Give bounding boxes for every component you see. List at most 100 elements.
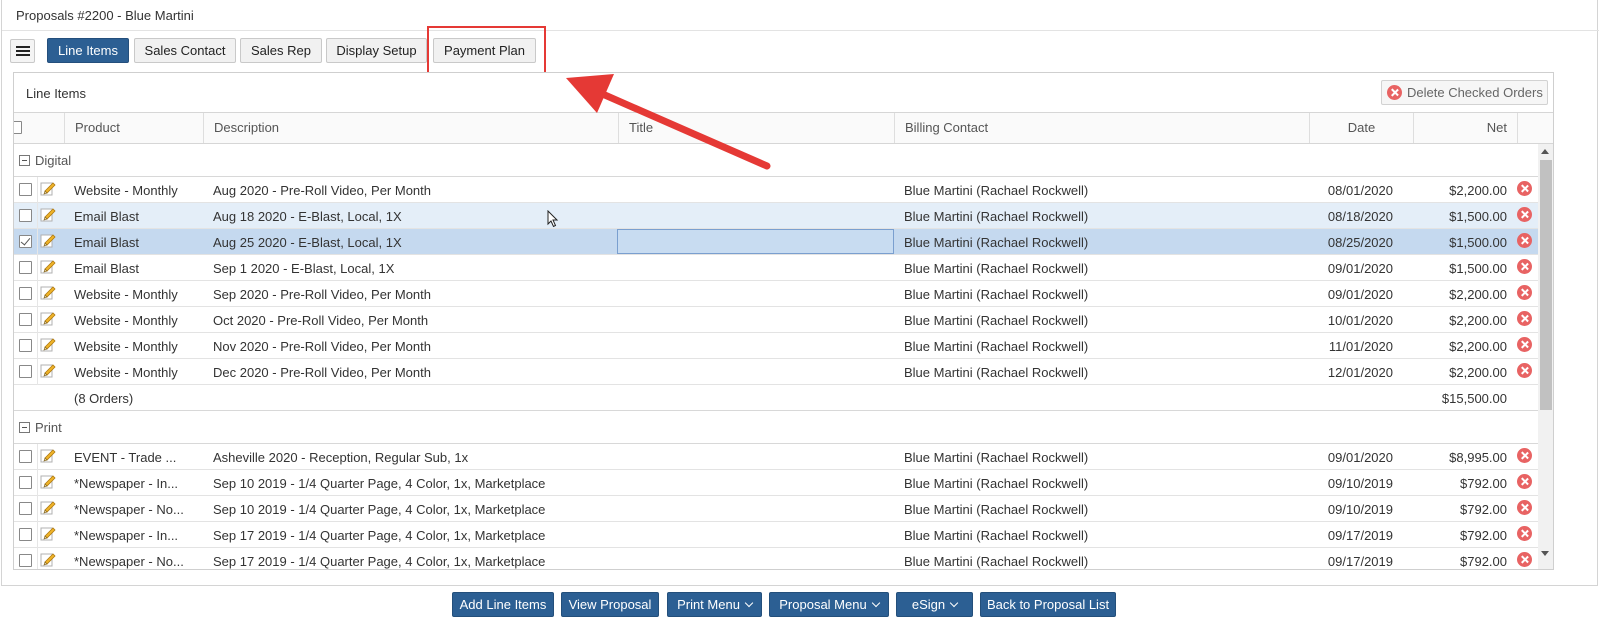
table-row[interactable]: Website - Monthly Dec 2020 - Pre-Roll Vid…	[14, 359, 1538, 385]
window-title: Proposals #2200 - Blue Martini	[16, 8, 194, 23]
row-checkbox[interactable]	[19, 528, 32, 541]
product-cell: Website - Monthly	[74, 365, 178, 380]
row-checkbox[interactable]	[19, 287, 32, 300]
row-checkbox[interactable]	[19, 476, 32, 489]
row-checkbox[interactable]	[19, 235, 32, 248]
pencil-icon[interactable]	[40, 284, 56, 300]
remove-icon[interactable]	[1517, 337, 1532, 352]
pencil-icon[interactable]	[40, 551, 56, 567]
pencil-icon[interactable]	[40, 232, 56, 248]
remove-icon[interactable]	[1517, 526, 1532, 541]
tab-sales-contact[interactable]: Sales Contact	[134, 38, 236, 63]
row-checkbox[interactable]	[19, 502, 32, 515]
table-row[interactable]: Website - Monthly Sep 2020 - Pre-Roll Vid…	[14, 281, 1538, 307]
group-header-digital[interactable]: Digital	[14, 144, 1538, 177]
tab-line-items[interactable]: Line Items	[47, 38, 129, 63]
net-cell: $1,500.00	[1449, 235, 1507, 250]
mouse-cursor-icon	[547, 210, 559, 228]
row-checkbox[interactable]	[19, 450, 32, 463]
panel-title: Line Items	[26, 86, 86, 101]
billing-contact-cell: Blue Martini (Rachael Rockwell)	[904, 554, 1089, 569]
pencil-icon[interactable]	[40, 180, 56, 196]
tab-sales-rep[interactable]: Sales Rep	[240, 38, 322, 63]
tab-display-setup[interactable]: Display Setup	[326, 38, 427, 63]
pencil-icon[interactable]	[40, 206, 56, 222]
remove-icon[interactable]	[1517, 285, 1532, 300]
table-row[interactable]: *Newspaper - In... Sep 17 2019 - 1/4 Quar…	[14, 522, 1538, 548]
print-menu-button[interactable]: Print Menu	[667, 592, 762, 617]
remove-icon[interactable]	[1517, 363, 1532, 378]
row-checkbox[interactable]	[19, 365, 32, 378]
row-checkbox[interactable]	[19, 554, 32, 567]
date-cell: 12/01/2020	[1327, 365, 1393, 380]
table-row[interactable]: Email Blast Aug 25 2020 - E-Blast, Local,…	[14, 229, 1538, 255]
pencil-icon[interactable]	[40, 525, 56, 541]
description-cell: Oct 2020 - Pre-Roll Video, Per Month	[213, 313, 429, 328]
scroll-up-icon[interactable]	[1541, 149, 1549, 154]
column-divider	[37, 255, 38, 281]
pencil-icon[interactable]	[40, 310, 56, 326]
remove-icon[interactable]	[1517, 500, 1532, 515]
row-checkbox[interactable]	[19, 183, 32, 196]
back-to-proposal-list-button[interactable]: Back to Proposal List	[980, 592, 1116, 617]
title-edit-field[interactable]	[617, 229, 894, 254]
column-divider	[37, 177, 38, 203]
table-row[interactable]: Email Blast Sep 1 2020 - E-Blast, Local, …	[14, 255, 1538, 281]
column-divider	[37, 522, 38, 548]
view-proposal-button[interactable]: View Proposal	[561, 592, 659, 617]
pencil-icon[interactable]	[40, 499, 56, 515]
vertical-scrollbar[interactable]	[1538, 144, 1553, 569]
table-row[interactable]: *Newspaper - No... Sep 17 2019 - 1/4 Quar…	[14, 548, 1538, 569]
table-row[interactable]: Website - Monthly Aug 2020 - Pre-Roll Vid…	[14, 177, 1538, 203]
proposal-menu-button[interactable]: Proposal Menu	[769, 592, 889, 617]
hamburger-icon-bar	[16, 54, 30, 56]
table-row[interactable]: *Newspaper - No... Sep 10 2019 - 1/4 Quar…	[14, 496, 1538, 522]
column-header-title[interactable]: Title	[618, 113, 894, 143]
remove-icon[interactable]	[1517, 448, 1532, 463]
remove-icon[interactable]	[1517, 474, 1532, 489]
billing-contact-cell: Blue Martini (Rachael Rockwell)	[904, 183, 1089, 198]
group-header-print[interactable]: Print	[14, 411, 1538, 444]
pencil-icon[interactable]	[40, 447, 56, 463]
collapse-icon[interactable]	[19, 155, 30, 166]
table-row[interactable]: EVENT - Trade ... Asheville 2020 - Recept…	[14, 444, 1538, 470]
remove-icon[interactable]	[1517, 311, 1532, 326]
row-checkbox[interactable]	[19, 313, 32, 326]
billing-contact-cell: Blue Martini (Rachael Rockwell)	[904, 287, 1089, 302]
net-cell: $2,200.00	[1449, 183, 1507, 198]
column-header-net[interactable]: Net	[1413, 113, 1517, 143]
description-cell: Aug 25 2020 - E-Blast, Local, 1X	[213, 235, 402, 250]
remove-icon[interactable]	[1517, 181, 1532, 196]
pencil-icon[interactable]	[40, 473, 56, 489]
row-checkbox[interactable]	[19, 209, 32, 222]
table-body: Digital Website - Monthly Aug 2020 - Pre-R…	[14, 144, 1538, 569]
row-checkbox[interactable]	[19, 261, 32, 274]
table-row[interactable]: Website - Monthly Nov 2020 - Pre-Roll Vid…	[14, 333, 1538, 359]
select-all-checkbox[interactable]	[14, 121, 22, 134]
table-row[interactable]: Website - Monthly Oct 2020 - Pre-Roll Vid…	[14, 307, 1538, 333]
column-header-date[interactable]: Date	[1309, 113, 1413, 143]
remove-icon[interactable]	[1517, 207, 1532, 222]
delete-checked-orders-button[interactable]: Delete Checked Orders	[1381, 80, 1548, 105]
column-header-product[interactable]: Product	[64, 113, 203, 143]
esign-button[interactable]: eSign	[896, 592, 973, 617]
column-header-description[interactable]: Description	[203, 113, 618, 143]
remove-icon[interactable]	[1517, 259, 1532, 274]
hamburger-menu-button[interactable]	[10, 39, 35, 63]
collapse-icon[interactable]	[19, 422, 30, 433]
product-cell: *Newspaper - No...	[74, 502, 184, 517]
scroll-down-icon[interactable]	[1541, 551, 1549, 556]
pencil-icon[interactable]	[40, 258, 56, 274]
table-row[interactable]: *Newspaper - In... Sep 10 2019 - 1/4 Quar…	[14, 470, 1538, 496]
pencil-icon[interactable]	[40, 362, 56, 378]
remove-icon[interactable]	[1517, 233, 1532, 248]
row-checkbox[interactable]	[19, 339, 32, 352]
column-header-billing-contact[interactable]: Billing Contact	[894, 113, 1309, 143]
net-cell: $2,200.00	[1449, 287, 1507, 302]
pencil-icon[interactable]	[40, 336, 56, 352]
table-row[interactable]: Email Blast Aug 18 2020 - E-Blast, Local,…	[14, 203, 1538, 229]
scrollbar-thumb[interactable]	[1540, 160, 1552, 410]
net-cell: $792.00	[1460, 528, 1507, 543]
add-line-items-button[interactable]: Add Line Items	[452, 592, 554, 617]
remove-icon[interactable]	[1517, 552, 1532, 567]
